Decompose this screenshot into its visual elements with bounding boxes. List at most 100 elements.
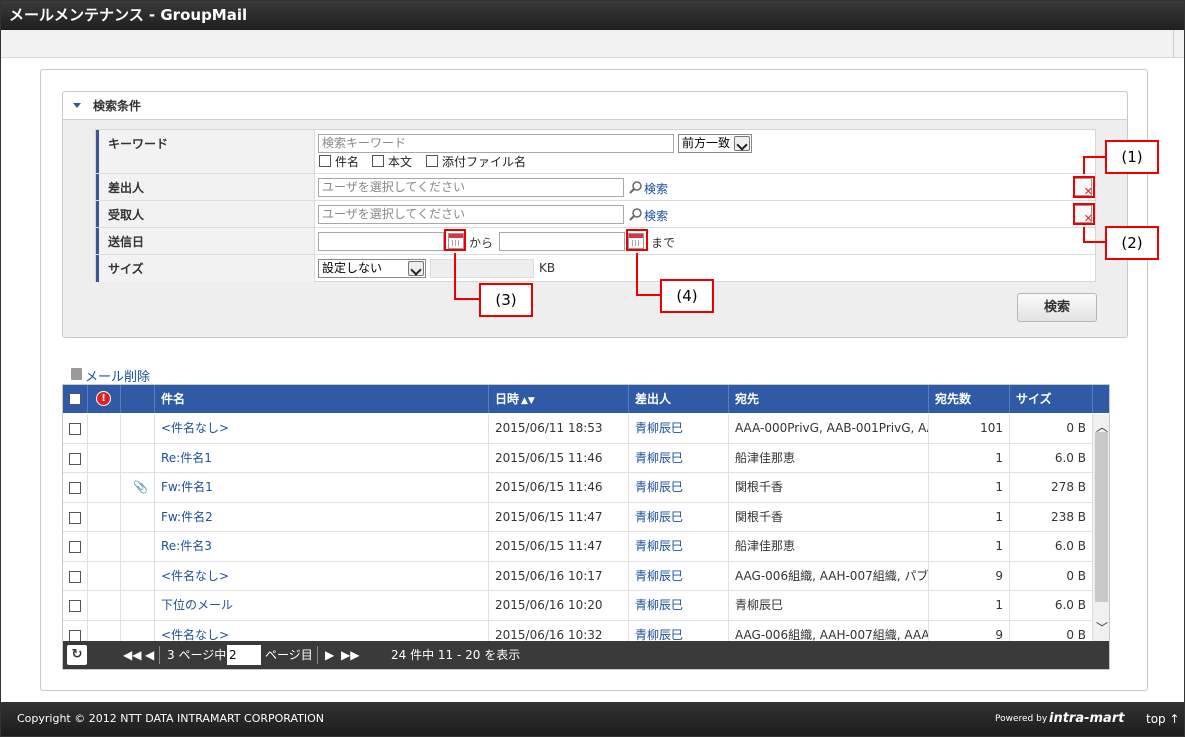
cell-subject[interactable]: Re:件名1 <box>155 443 489 472</box>
scrollbar-thumb[interactable] <box>1095 432 1108 602</box>
cell-sender[interactable]: 青柳辰巳 <box>629 473 729 502</box>
cell-count: 101 <box>929 414 1010 443</box>
checkbox-body-label: 本文 <box>388 155 413 169</box>
checkbox-attachment-label: 添付ファイル名 <box>442 155 527 169</box>
pager-bar: ↻ ◀◀ ◀ 3 ページ中 2 ページ目 ▶ ▶▶ 24 件中 11 - 20 … <box>63 641 1109 669</box>
select-all-checkbox[interactable] <box>69 393 81 405</box>
cell-sender[interactable]: 青柳辰巳 <box>629 591 729 620</box>
intra-mart-logo: intra-mart <box>1049 711 1125 726</box>
row-checkbox[interactable] <box>69 629 81 642</box>
cell-subject[interactable]: Re:件名3 <box>155 532 489 561</box>
receiver-input[interactable]: ユーザを選択してください <box>318 205 624 224</box>
cell-date: 2015/06/16 10:17 <box>489 561 629 590</box>
row-checkbox[interactable] <box>69 541 81 553</box>
row-checkbox[interactable] <box>69 511 81 524</box>
cell-count: 1 <box>929 443 1010 472</box>
row-checkbox[interactable] <box>69 482 81 494</box>
table-row[interactable]: Re:件名3 2015/06/15 11:47 青柳辰巳 船津佳那恵 1 6.0 B <box>63 532 1093 562</box>
table-row[interactable]: Re:件名1 2015/06/15 11:46 青柳辰巳 船津佳那恵 1 6.0 B <box>63 443 1093 473</box>
column-header-size[interactable]: サイズ <box>1010 385 1093 413</box>
keyword-label: キーワード <box>96 130 315 173</box>
cell-sender[interactable]: 青柳辰巳 <box>629 561 729 590</box>
column-header-subject[interactable]: 件名 <box>155 385 489 413</box>
cell-sender[interactable]: 青柳辰巳 <box>629 532 729 561</box>
table-row[interactable]: Fw:件名2 2015/06/15 11:47 青柳辰巳 関根千香 1 238 B <box>63 502 1093 532</box>
sender-search-link[interactable]: 検索 <box>644 180 668 197</box>
page-number-input[interactable]: 2 <box>227 645 261 665</box>
row-checkbox[interactable] <box>69 423 81 435</box>
cell-subject[interactable]: <件名なし> <box>155 414 489 443</box>
collapse-triangle-icon[interactable] <box>73 103 81 108</box>
cell-subject[interactable]: Fw:件名1 <box>155 473 489 502</box>
refresh-icon[interactable]: ↻ <box>67 645 87 665</box>
cell-count: 1 <box>929 591 1010 620</box>
checkbox-attachment[interactable] <box>426 155 438 167</box>
sub-toolbar <box>1 30 1184 58</box>
table-row[interactable]: <件名なし> 2015/06/16 10:17 青柳辰巳 AAG-006組織, AAH… <box>63 561 1093 591</box>
delete-mail-link[interactable]: メール削除 <box>85 366 150 385</box>
keyword-input[interactable]: 検索キーワード <box>318 134 674 153</box>
callout-2: (2) <box>1105 226 1159 260</box>
cell-sender[interactable]: 青柳辰巳 <box>629 502 729 531</box>
annotation-highlight <box>1073 176 1095 198</box>
size-value-input[interactable] <box>430 259 534 278</box>
form-row-sender: 差出人 ユーザを選択してください 検索 <box>96 174 1095 201</box>
size-label: サイズ <box>96 255 315 282</box>
checkbox-body[interactable] <box>372 155 384 167</box>
sender-input[interactable]: ユーザを選択してください <box>318 178 624 197</box>
search-icon[interactable] <box>629 207 643 221</box>
cell-sender[interactable]: 青柳辰巳 <box>629 414 729 443</box>
cell-size: 6.0 B <box>1010 532 1093 561</box>
column-header-count[interactable]: 宛先数 <box>929 385 1010 413</box>
annotation-highlight <box>444 229 466 251</box>
cell-subject[interactable]: 下位のメール <box>155 591 489 620</box>
sort-icon: ▲▼ <box>521 396 535 406</box>
cell-date: 2015/06/15 11:47 <box>489 502 629 531</box>
match-type-select[interactable]: 前方一致 <box>678 134 752 153</box>
cell-size: 278 B <box>1010 473 1093 502</box>
cell-sender[interactable]: 青柳辰巳 <box>629 443 729 472</box>
search-button[interactable]: 検索 <box>1017 293 1097 322</box>
cell-to: 船津佳那恵 <box>729 532 929 561</box>
column-header-to[interactable]: 宛先 <box>729 385 929 413</box>
size-unit: KB <box>539 261 556 275</box>
page-suffix: ページ目 <box>265 648 313 662</box>
cell-to: 青柳辰巳 <box>729 591 929 620</box>
size-condition-select[interactable]: 設定しない <box>318 259 426 278</box>
prev-page-icon[interactable]: ◀ <box>145 641 154 669</box>
last-page-icon[interactable]: ▶▶ <box>341 641 359 669</box>
form-row-keyword: キーワード 検索キーワード 前方一致 件名 本文 添付ファイル名 <box>96 130 1095 174</box>
row-checkbox[interactable] <box>69 600 81 612</box>
cell-size: 0 B <box>1010 414 1093 443</box>
date-to-input[interactable] <box>499 232 625 251</box>
trash-icon[interactable] <box>71 368 82 380</box>
receiver-search-link[interactable]: 検索 <box>644 207 668 224</box>
first-page-icon[interactable]: ◀◀ <box>123 641 141 669</box>
chevron-down-icon[interactable]: ﹀ <box>1096 619 1108 636</box>
row-checkbox[interactable] <box>69 452 81 465</box>
checkbox-subject[interactable] <box>319 155 331 167</box>
cell-size: 6.0 B <box>1010 591 1093 620</box>
search-conditions-toggle[interactable]: 検索条件 <box>63 92 1127 120</box>
vertical-scrollbar[interactable]: ︿ ﹀ <box>1092 414 1109 642</box>
table-row[interactable]: 📎 Fw:件名1 2015/06/15 11:46 青柳辰巳 関根千香 1 278 B <box>63 473 1093 503</box>
table-row[interactable]: 下位のメール 2015/06/16 10:20 青柳辰巳 青柳辰巳 1 6.0 B <box>63 591 1093 621</box>
window-title: メールメンテナンス - GroupMail <box>1 1 1184 30</box>
grid-header: ! 件名 日時 ▲▼ 差出人 宛先 宛先数 サイズ <box>63 385 1109 413</box>
date-from-label: から <box>469 236 494 250</box>
callout-4: (4) <box>660 279 714 313</box>
next-page-icon[interactable]: ▶ <box>325 641 334 669</box>
search-icon[interactable] <box>629 180 643 194</box>
top-link[interactable]: top ↑ <box>1146 702 1180 736</box>
cell-count: 1 <box>929 502 1010 531</box>
table-row[interactable]: <件名なし> 2015/06/11 18:53 青柳辰巳 AAA-000PrivG, … <box>63 414 1093 444</box>
row-checkbox[interactable] <box>69 570 81 583</box>
cell-subject[interactable]: Fw:件名2 <box>155 502 489 531</box>
checkbox-subject-label: 件名 <box>335 155 360 169</box>
annotation-highlight <box>626 229 648 251</box>
page-prefix: 3 ページ中 <box>167 648 227 662</box>
date-from-input[interactable] <box>318 232 444 251</box>
column-header-sender[interactable]: 差出人 <box>629 385 729 413</box>
cell-subject[interactable]: <件名なし> <box>155 561 489 590</box>
column-header-date[interactable]: 日時 ▲▼ <box>489 385 629 413</box>
